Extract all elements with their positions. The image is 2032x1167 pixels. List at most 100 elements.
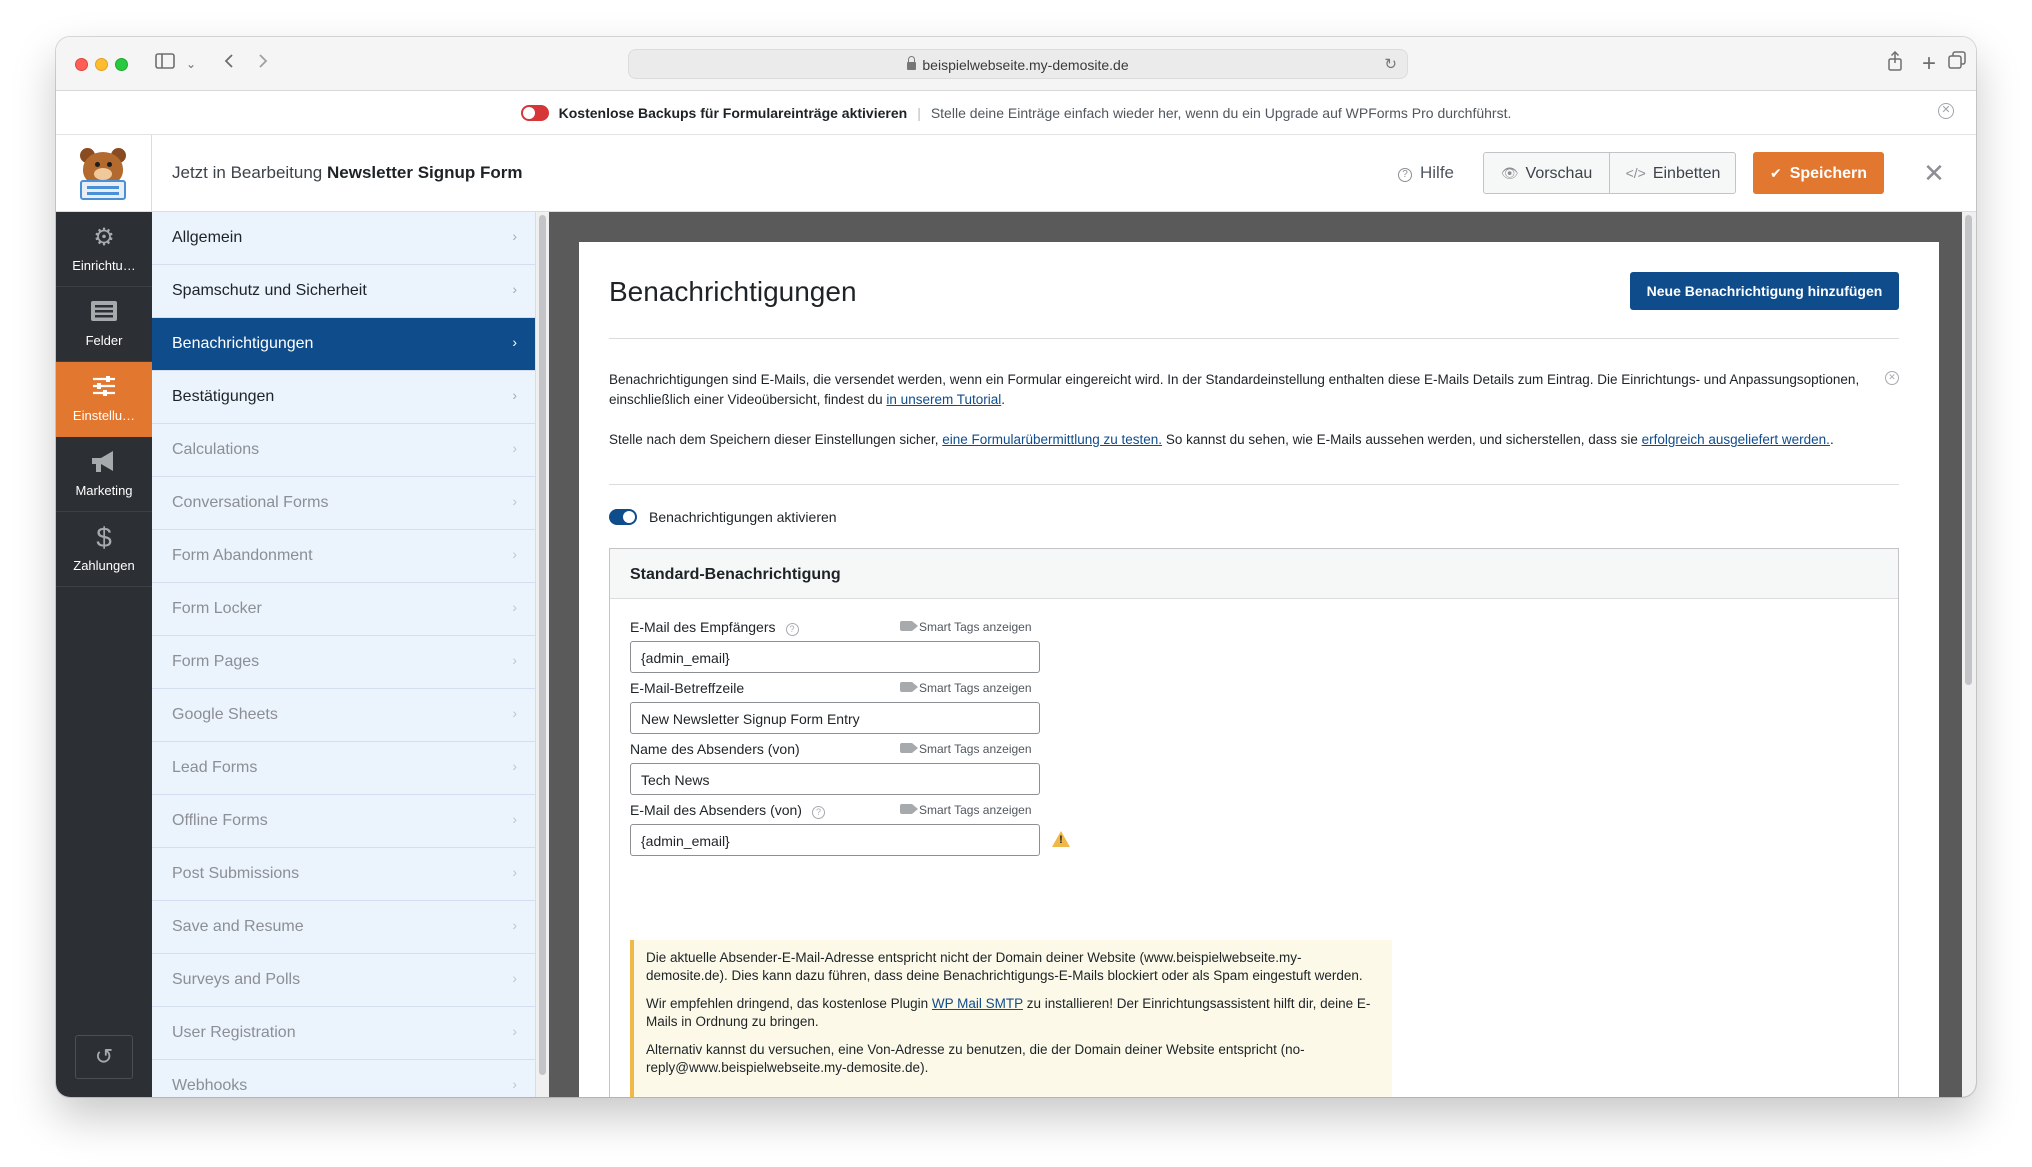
intro-paragraph-1: Benachrichtigungen sind E-Mails, die ver… [609,370,1869,410]
smart-tags-toggle[interactable]: Smart Tags anzeigen [900,681,1032,695]
nav-fields[interactable]: Felder [56,287,152,362]
settings-item-surveys-and-polls[interactable]: Surveys and Polls › [152,954,535,1007]
chevron-right-icon: › [512,281,517,297]
close-builder-icon[interactable]: ✕ [1914,152,1954,194]
nav-marketing[interactable]: Marketing [56,437,152,512]
dismiss-intro-icon[interactable]: ✕ [1885,371,1899,385]
settings-item-spamschutz[interactable]: Spamschutz und Sicherheit › [152,265,535,318]
add-notification-button[interactable]: Neue Benachrichtigung hinzufügen [1630,272,1899,310]
subject-input[interactable]: New Newsletter Signup Form Entry [630,702,1040,734]
settings-item-conversational-forms[interactable]: Conversational Forms › [152,477,535,530]
backup-toggle[interactable] [520,105,549,121]
toggle-label: Benachrichtigungen aktivieren [649,509,837,525]
settings-item-calculations[interactable]: Calculations › [152,424,535,477]
settings-item-user-registration[interactable]: User Registration › [152,1007,535,1060]
chevron-down-icon[interactable]: ⌄ [178,51,204,77]
nav-settings[interactable]: Einstellu… [56,362,152,437]
nav-payments[interactable]: $ Zahlungen [56,512,152,587]
settings-item-form-pages[interactable]: Form Pages › [152,636,535,689]
embed-button[interactable]: </> Einbetten [1610,153,1736,193]
settings-item-form-abandonment[interactable]: Form Abandonment › [152,530,535,583]
settings-content: Benachrichtigungen Neue Benachrichtigung… [549,212,1976,1097]
question-icon: ? [1398,168,1412,182]
close-window-button[interactable] [75,58,88,71]
preview-embed-group: 👁 Vorschau </> Einbetten [1483,152,1736,194]
tag-icon [900,804,918,814]
intro-text: . [1829,432,1834,447]
address-bar[interactable]: beispielwebseite.my-demosite.de ↻ [628,49,1408,79]
settings-item-label: Conversational Forms [172,494,329,511]
browser-window: ⌄ beispielwebseite.my-demosite.de ↻ + Ko… [56,37,1976,1097]
settings-item-allgemein[interactable]: Allgemein › [152,212,535,265]
settings-item-webhooks[interactable]: Webhooks › [152,1060,535,1097]
recipient-email-input[interactable]: {admin_email} [630,641,1040,673]
tab-overview-icon[interactable] [1944,51,1970,77]
save-button[interactable]: ✔ Speichern [1753,152,1884,194]
settings-item-google-sheets[interactable]: Google Sheets › [152,689,535,742]
settings-item-label: Save and Resume [172,918,304,935]
nav-label: Felder [85,333,123,348]
warning-icon [1052,831,1070,847]
warning-text: Wir empfehlen dringend, das kostenlose P… [646,996,932,1011]
smart-tags-toggle[interactable]: Smart Tags anzeigen [900,620,1032,634]
intro-text: Benachrichtigungen sind E-Mails, die ver… [609,372,1860,407]
tag-icon [900,743,918,753]
settings-item-label: Google Sheets [172,706,278,723]
share-icon[interactable] [1882,50,1908,77]
help-button[interactable]: ? Hilfe [1398,163,1454,183]
back-arrow-icon[interactable] [216,51,242,77]
wpforms-logo [56,135,152,211]
settings-item-label: Benachrichtigungen [172,335,314,352]
settings-item-label: Form Abandonment [172,547,313,564]
settings-item-label: Lead Forms [172,759,258,776]
sender-domain-warning: Die aktuelle Absender-E-Mail-Adresse ent… [630,940,1392,1097]
form-name: Newsletter Signup Form [327,163,523,182]
settings-item-label: Bestätigungen [172,388,275,405]
embed-label: Einbetten [1652,165,1721,182]
new-tab-icon[interactable]: + [1916,51,1942,77]
dismiss-notice-icon[interactable]: ✕ [1938,103,1954,119]
smart-tags-toggle[interactable]: Smart Tags anzeigen [900,803,1032,817]
chevron-right-icon: › [512,864,517,880]
settings-item-benachrichtigungen[interactable]: Benachrichtigungen › [152,318,535,371]
builder-header: Jetzt in Bearbeitung Newsletter Signup F… [56,135,1976,212]
wp-mail-smtp-link[interactable]: WP Mail SMTP [932,996,1023,1011]
settings-item-post-submissions[interactable]: Post Submissions › [152,848,535,901]
reload-icon[interactable]: ↻ [1384,55,1397,73]
chevron-right-icon: › [512,917,517,933]
settings-item-offline-forms[interactable]: Offline Forms › [152,795,535,848]
chevron-right-icon: › [512,440,517,456]
help-label: Hilfe [1420,163,1455,182]
nav-setup[interactable]: ⚙ Einrichtu… [56,212,152,287]
help-icon[interactable]: ? [785,623,799,636]
settings-item-save-and-resume[interactable]: Save and Resume › [152,901,535,954]
revisions-history-icon[interactable]: ↺ [75,1035,133,1079]
test-submission-link[interactable]: eine Formularübermittlung zu testen. [942,432,1162,447]
section-title: Benachrichtigungen [609,276,857,307]
scrollbar-thumb[interactable] [1965,215,1972,685]
from-name-input[interactable]: Tech News [630,763,1040,795]
enable-notifications-toggle[interactable] [609,509,637,525]
maximize-window-button[interactable] [115,58,128,71]
scrollbar-thumb[interactable] [539,215,546,1075]
recipient-email-label: E-Mail des Empfängers? [630,619,799,636]
nav-label: Einstellu… [72,408,136,423]
from-email-input[interactable]: {admin_email} [630,824,1040,856]
tutorial-link[interactable]: in unserem Tutorial [886,392,1001,407]
content-scrollbar[interactable] [1962,212,1976,1097]
settings-nav-scrollbar[interactable] [535,212,549,1097]
help-icon[interactable]: ? [811,806,825,819]
preview-button[interactable]: 👁 Vorschau [1484,153,1610,193]
chevron-right-icon: › [512,811,517,827]
smart-tags-toggle[interactable]: Smart Tags anzeigen [900,742,1032,756]
forward-arrow-icon[interactable] [250,51,276,77]
sidebar-toggle-icon[interactable] [152,51,178,77]
page-title: Jetzt in Bearbeitung Newsletter Signup F… [172,163,523,183]
settings-item-bestaetigungen[interactable]: Bestätigungen › [152,371,535,424]
settings-item-lead-forms[interactable]: Lead Forms › [152,742,535,795]
delivery-link[interactable]: erfolgreich ausgeliefert werden. [1642,432,1830,447]
chevron-right-icon: › [512,970,517,986]
minimize-window-button[interactable] [95,58,108,71]
settings-item-form-locker[interactable]: Form Locker › [152,583,535,636]
settings-item-label: Post Submissions [172,865,300,882]
